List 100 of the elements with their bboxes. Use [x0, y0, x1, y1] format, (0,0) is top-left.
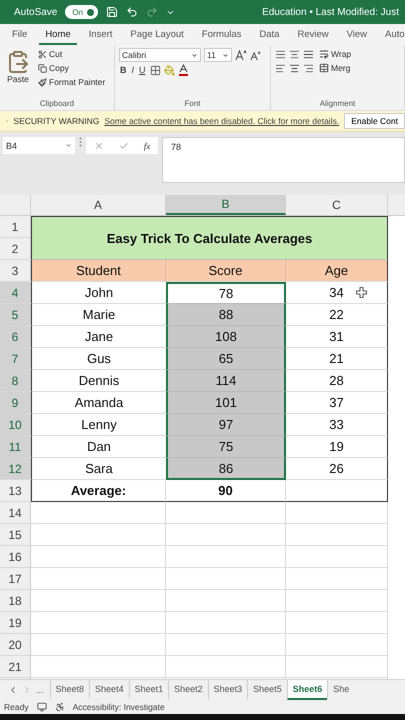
table-cell: Dennis	[31, 370, 166, 392]
formula-field[interactable]: 78	[162, 137, 405, 183]
scissors-icon	[38, 50, 47, 58]
row-header[interactable]: 8	[0, 370, 30, 392]
table-cell[interactable]: 108	[166, 326, 286, 348]
insert-function-button[interactable]: fx	[144, 140, 150, 150]
table-cell: Gus	[31, 348, 166, 370]
menu-tab[interactable]: Formulas	[196, 26, 248, 44]
save-icon[interactable]	[106, 6, 118, 18]
align-left-icon[interactable]	[275, 62, 286, 74]
enable-content-button[interactable]: Enable Cont	[344, 113, 405, 129]
table-cell: Dan	[31, 436, 166, 458]
header-cell: Age	[286, 260, 388, 282]
table-cell[interactable]: 75	[166, 436, 286, 458]
table-cell: 21	[286, 348, 388, 370]
clipboard-icon	[6, 50, 30, 74]
shrink-font-icon[interactable]	[250, 50, 261, 60]
cursor-icon	[356, 287, 367, 298]
table-cell[interactable]: 101	[166, 392, 286, 414]
table-cell: 28	[286, 370, 388, 392]
menu-tab[interactable]: Page Layout	[124, 26, 190, 44]
row-header[interactable]: 4	[0, 282, 30, 304]
row-header[interactable]: 6	[0, 326, 30, 348]
table-cell[interactable]: 97	[166, 414, 286, 436]
monitor-icon[interactable]	[36, 702, 47, 712]
more-sheets[interactable]: ...	[36, 685, 44, 695]
status-text: Ready	[4, 702, 29, 712]
document-title: Education • Last Modified: Just	[262, 6, 399, 18]
dropdown-icon	[222, 52, 229, 58]
row-header[interactable]: 12	[0, 458, 30, 480]
row-header[interactable]: 10	[0, 414, 30, 436]
table-cell[interactable]: 65	[166, 348, 286, 370]
copy-button[interactable]: Copy	[36, 62, 108, 74]
font-name-field[interactable]: Calibri	[119, 48, 201, 62]
average-label: Average:	[31, 480, 166, 502]
menu-tab[interactable]: Insert	[82, 26, 118, 44]
name-box[interactable]: B4	[3, 137, 75, 154]
align-center-icon[interactable]	[289, 62, 300, 74]
merge-icon	[319, 63, 329, 73]
table-cell: Lenny	[31, 414, 166, 436]
header-cell: Student	[31, 260, 166, 282]
top-align-icon[interactable]	[275, 48, 286, 60]
accessibility-status[interactable]: Accessibility: Investigate	[72, 702, 165, 712]
autosave-label: AutoSave	[14, 6, 58, 18]
autosave-toggle[interactable]: On	[65, 5, 98, 19]
security-title: SECURITY WARNING	[13, 116, 100, 126]
table-cell: Jane	[31, 326, 166, 348]
align-right-icon[interactable]	[303, 62, 314, 74]
header-cell: Score	[166, 260, 286, 282]
table-cell: 22	[286, 304, 388, 326]
row-header[interactable]: 5	[0, 304, 30, 326]
table-cell: 34	[286, 282, 388, 304]
table-title: Easy Trick To Calculate Averages	[31, 216, 388, 260]
table-cell: 37	[286, 392, 388, 414]
dots-icon	[79, 137, 82, 147]
group-label: Font	[183, 99, 202, 108]
menu-tab[interactable]: View	[340, 26, 374, 44]
row-header[interactable]: 9	[0, 392, 30, 414]
font-size-field[interactable]: 11	[204, 48, 232, 62]
font-color-icon[interactable]	[178, 64, 189, 76]
table-cell: 19	[286, 436, 388, 458]
wrap-text-button[interactable]: Wrap	[317, 48, 354, 60]
accessibility-icon[interactable]	[54, 702, 65, 712]
table-cell: Marie	[31, 304, 166, 326]
table-cell[interactable]: 86	[166, 458, 286, 480]
wrap-text-icon	[319, 49, 329, 59]
grow-font-icon[interactable]	[235, 49, 247, 61]
format-painter-button[interactable]: Format Painter	[36, 76, 108, 88]
bottom-align-icon[interactable]	[303, 48, 314, 60]
merge-button[interactable]: Merg	[317, 62, 352, 74]
dropdown-icon	[191, 52, 198, 58]
row-header[interactable]: 11	[0, 436, 30, 458]
menu-tab[interactable]: File	[6, 26, 34, 44]
undo-icon[interactable]	[126, 6, 138, 18]
sheet-tab[interactable]: Sheet6	[286, 680, 328, 700]
group-label: Alignment	[318, 99, 356, 108]
table-cell[interactable]: 114	[166, 370, 286, 392]
fill-color-icon[interactable]	[164, 64, 175, 76]
menu-tab[interactable]: Auto	[379, 26, 405, 44]
details-link[interactable]: Some active content has been disabled. Click for more details.	[104, 116, 340, 126]
borders-icon[interactable]	[150, 64, 161, 76]
table-cell[interactable]: 88	[166, 304, 286, 326]
cut-button[interactable]: Cut	[36, 48, 108, 60]
row-header[interactable]: 7	[0, 348, 30, 370]
menu-tab[interactable]: Review	[291, 26, 335, 44]
bold-button[interactable]: B	[119, 64, 128, 76]
underline-button[interactable]: U	[138, 64, 147, 76]
paste-button[interactable]: Paste	[4, 48, 32, 99]
column-header[interactable]: B	[166, 195, 286, 215]
middle-align-icon[interactable]	[289, 48, 300, 60]
table-cell: Sara	[31, 458, 166, 480]
table-cell: 31	[286, 326, 388, 348]
table-cell: John	[31, 282, 166, 304]
table-cell[interactable]: 78	[166, 282, 286, 304]
paintbrush-icon	[38, 78, 47, 86]
menu-tab[interactable]: Data	[253, 26, 286, 44]
italic-button[interactable]: I	[130, 64, 136, 76]
table-cell: 33	[286, 414, 388, 436]
table-cell: 26	[286, 458, 388, 480]
group-label: Clipboard	[38, 99, 76, 108]
